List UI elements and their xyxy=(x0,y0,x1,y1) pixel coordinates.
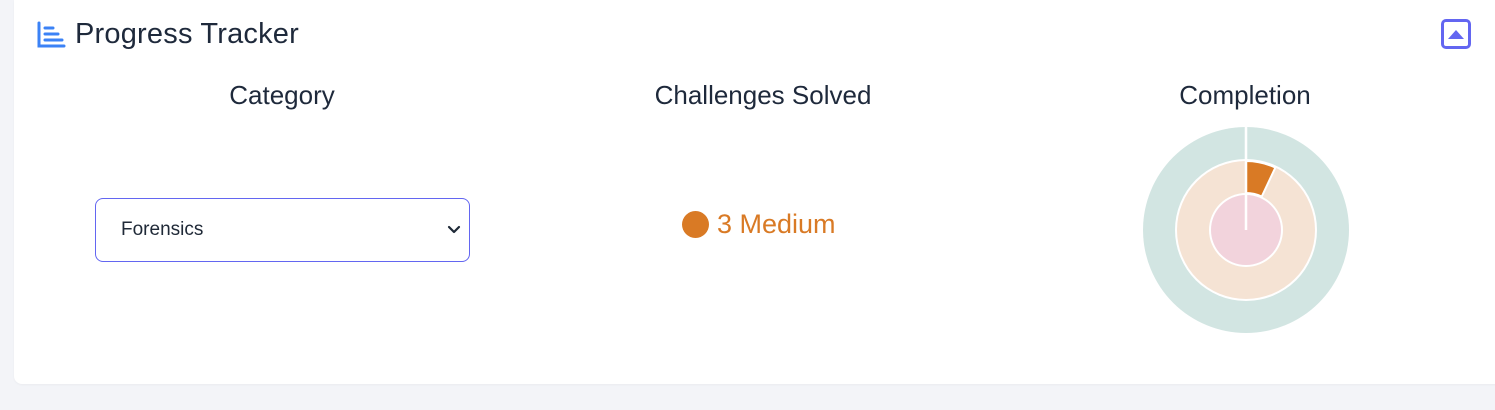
bar-chart-icon xyxy=(37,21,66,47)
card-header: Progress Tracker xyxy=(36,18,299,51)
difficulty-dot xyxy=(682,211,709,238)
page-title: Progress Tracker xyxy=(75,18,299,50)
solved-item: 3 Medium xyxy=(682,209,836,240)
solved-count-label: 3 Medium xyxy=(717,209,836,239)
chevron-up-square-icon xyxy=(1448,30,1464,39)
completion-heading: Completion xyxy=(1179,80,1311,110)
category-heading: Category xyxy=(229,80,335,110)
chevron-down-icon xyxy=(447,225,461,234)
collapse-button[interactable] xyxy=(1441,19,1471,49)
progress-tracker-card: Progress Tracker Category Challenges Sol… xyxy=(14,0,1495,384)
completion-donut-chart xyxy=(1143,127,1349,333)
category-select[interactable]: Forensics xyxy=(95,198,470,262)
category-select-value: Forensics xyxy=(121,219,204,240)
challenges-solved-heading: Challenges Solved xyxy=(654,80,872,110)
